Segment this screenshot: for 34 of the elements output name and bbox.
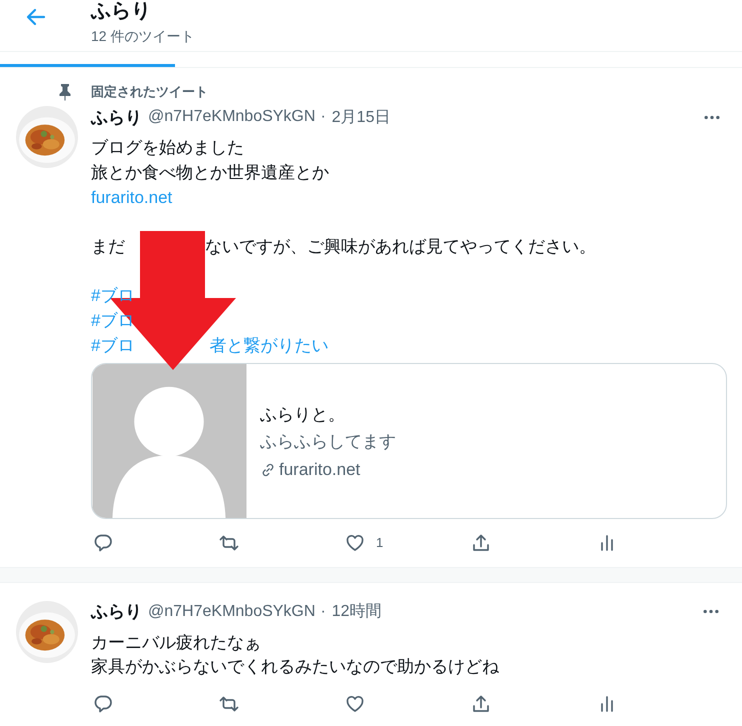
retweet-icon[interactable] — [219, 694, 239, 714]
tweet-text: ブログを始めました — [91, 137, 244, 159]
more-icon[interactable] — [703, 114, 721, 120]
tweet-text: カーニバル疲れたなぁ — [91, 632, 261, 654]
share-icon[interactable] — [471, 694, 491, 714]
tweet-text: ないですが、ご興味があれば見てやってください。 — [205, 236, 596, 258]
retweet-icon[interactable] — [219, 532, 239, 553]
author-name[interactable]: ふらり — [91, 106, 142, 128]
tweet-text: 旅とか食べ物とか世界遺産とか — [91, 162, 329, 184]
profile-name: ふらり — [91, 0, 152, 22]
tweet-time[interactable]: 12時間 — [332, 601, 382, 622]
more-icon[interactable] — [702, 609, 720, 614]
pinned-label: 固定されたツイート — [91, 83, 208, 101]
link-icon — [260, 462, 276, 478]
person-silhouette-icon — [92, 364, 247, 518]
share-icon[interactable] — [471, 532, 491, 553]
card-domain: furarito.net — [279, 458, 360, 481]
author-name[interactable]: ふらり — [91, 600, 142, 624]
author-handle[interactable]: @n7H7eKMnboSYkGN — [148, 108, 316, 126]
like-count: 1 — [376, 535, 384, 550]
reply-icon[interactable] — [93, 694, 113, 714]
tweet-text: 家具がかぶらないでくれるみたいなので助かるけどね — [91, 656, 499, 678]
heart-icon[interactable] — [345, 694, 365, 714]
separator-dot: · — [320, 602, 326, 621]
link-card[interactable]: ふらりと。 ふらふらしてます furarito.net — [91, 362, 727, 519]
separator-dot: · — [320, 108, 326, 126]
tweet-count: 12 件のツイート — [91, 28, 194, 46]
card-description: ふらふらしてます — [260, 430, 396, 453]
tweet-time[interactable]: 2月15日 — [332, 106, 390, 128]
tweet-text: まだ — [91, 236, 125, 258]
author-handle[interactable]: @n7H7eKMnboSYkGN — [148, 602, 316, 621]
heart-icon[interactable] — [345, 532, 365, 553]
card-title: ふらりと。 — [260, 404, 346, 426]
reply-icon[interactable] — [93, 532, 113, 553]
